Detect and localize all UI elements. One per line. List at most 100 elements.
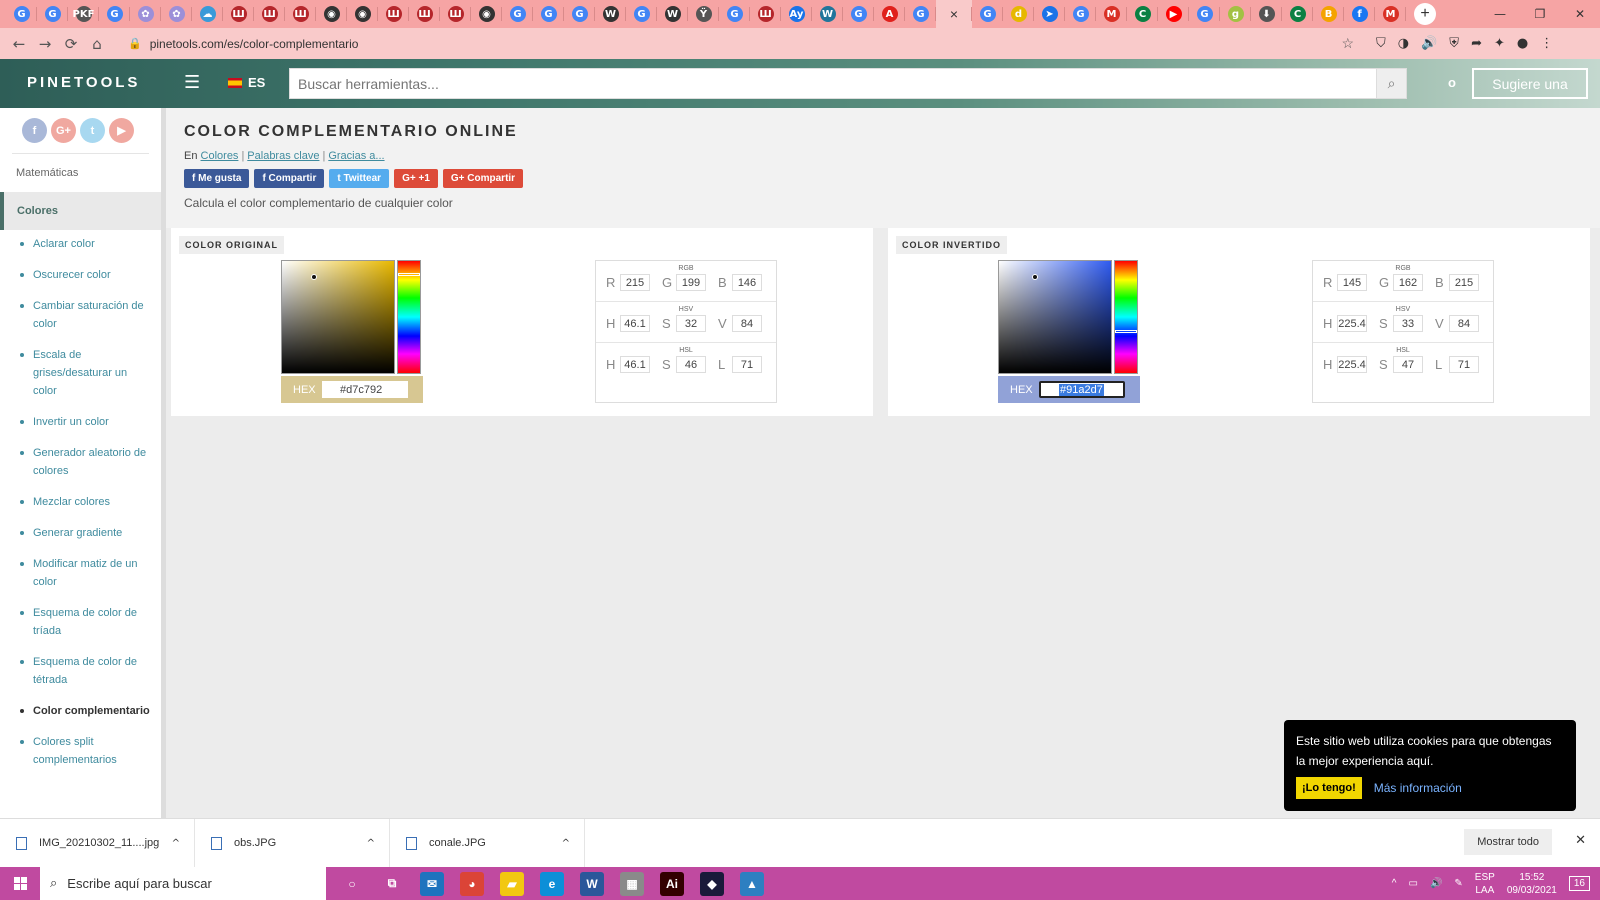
browser-tab-active[interactable]: × — [936, 0, 972, 28]
new-tab-button[interactable]: + — [1414, 3, 1436, 25]
browser-tab[interactable]: G — [6, 0, 37, 28]
taskbar-app-icon[interactable]: ⧉ — [380, 872, 404, 896]
browser-tab[interactable]: G — [99, 0, 130, 28]
original-hue-slider[interactable] — [397, 260, 421, 374]
browser-tab[interactable]: G — [719, 0, 750, 28]
sidebar-tool-link[interactable]: Esquema de color de tríada — [20, 604, 153, 640]
windows-start-icon[interactable] — [0, 867, 40, 900]
user-icon[interactable]: o — [1448, 75, 1456, 90]
original-hex-input[interactable]: #d7c792 — [322, 381, 408, 398]
original-hsv-s-input[interactable]: 32 — [676, 315, 706, 332]
close-tab-icon[interactable]: × — [950, 6, 958, 22]
notification-icon[interactable]: 16 — [1568, 876, 1590, 891]
breadcrumb-link-keywords[interactable]: Palabras clave — [247, 150, 319, 162]
browser-tab[interactable]: G — [1189, 0, 1220, 28]
inverted-hsv-v-input[interactable]: 84 — [1449, 315, 1479, 332]
inverted-r-input[interactable]: 145 — [1337, 274, 1367, 291]
inverted-hsl-s-input[interactable]: 47 — [1393, 356, 1423, 373]
browser-tab[interactable]: Ay — [781, 0, 812, 28]
suggest-button[interactable]: Sugiere una — [1472, 68, 1588, 99]
taskbar-app-icon[interactable]: ▲ — [740, 871, 764, 896]
input-language[interactable]: ESP LAA — [1475, 871, 1495, 897]
url-text[interactable]: pinetools.com/es/color-complementario — [150, 37, 359, 51]
chevron-up-icon[interactable]: ^ — [562, 838, 570, 849]
browser-tab[interactable]: PKF — [68, 0, 99, 28]
browser-tab[interactable]: G — [626, 0, 657, 28]
breadcrumb-link-thanks[interactable]: Gracias a... — [328, 150, 384, 162]
social-icon[interactable]: G+ — [51, 118, 76, 143]
browser-tab[interactable]: ◉ — [316, 0, 347, 28]
restore-button[interactable]: ❐ — [1520, 0, 1560, 28]
browser-tab[interactable]: A — [874, 0, 905, 28]
original-hsv-h-input[interactable]: 46.1 — [620, 315, 650, 332]
original-hue-handle[interactable] — [398, 273, 420, 276]
original-hsl-l-input[interactable]: 71 — [732, 356, 762, 373]
site-logo[interactable]: PINETOOLS — [27, 74, 140, 91]
inverted-saturation-value-picker[interactable] — [998, 260, 1112, 374]
inverted-hex-input[interactable]: #91a2d7 — [1039, 381, 1125, 398]
original-g-input[interactable]: 199 — [676, 274, 706, 291]
browser-tab[interactable]: g — [1220, 0, 1251, 28]
inverted-hsl-h-input[interactable]: 225.4 — [1337, 356, 1367, 373]
browser-tab[interactable]: ▶ — [1158, 0, 1189, 28]
browser-tab[interactable]: ◉ — [347, 0, 378, 28]
browser-tab[interactable]: G — [37, 0, 68, 28]
browser-tab[interactable]: W — [812, 0, 843, 28]
extension-icon[interactable]: ● — [1517, 36, 1528, 51]
browser-tab[interactable]: C — [1127, 0, 1158, 28]
search-icon[interactable]: ⌕ — [1376, 69, 1406, 98]
browser-tab[interactable]: ⬇ — [1251, 0, 1282, 28]
taskbar-app-icon[interactable]: ▰ — [500, 871, 524, 896]
browser-tab[interactable]: M — [1096, 0, 1127, 28]
language-selector[interactable]: ES — [228, 75, 265, 90]
extension-icon[interactable]: ➦ — [1471, 36, 1482, 51]
breadcrumb-link-colores[interactable]: Colores — [201, 150, 239, 162]
sidebar-tool-link[interactable]: Invertir un color — [20, 413, 153, 431]
browser-tab[interactable]: G — [972, 0, 1003, 28]
share-button[interactable]: f Compartir — [254, 169, 325, 188]
tray-icon[interactable]: 🔊 — [1430, 878, 1442, 889]
original-hsv-v-input[interactable]: 84 — [732, 315, 762, 332]
sidebar-tool-link[interactable]: Escala de grises/desaturar un color — [20, 346, 153, 400]
tray-icon[interactable]: ^ — [1392, 878, 1397, 889]
sidebar-tool-link[interactable]: Mezclar colores — [20, 493, 153, 511]
browser-tab[interactable]: ◉ — [471, 0, 502, 28]
forward-button[interactable]: → — [32, 35, 58, 53]
browser-tab[interactable]: G — [564, 0, 595, 28]
inverted-hsl-l-input[interactable]: 71 — [1449, 356, 1479, 373]
browser-tab[interactable]: ✿ — [130, 0, 161, 28]
close-window-button[interactable]: ✕ — [1560, 0, 1600, 28]
browser-tab[interactable]: d — [1003, 0, 1034, 28]
taskbar-app-icon[interactable]: Ai — [660, 871, 684, 896]
share-button[interactable]: t Twittear — [329, 169, 390, 188]
browser-tab[interactable]: Ш — [409, 0, 440, 28]
browser-tab[interactable]: Ш — [285, 0, 316, 28]
inverted-picker-cursor[interactable] — [1032, 274, 1038, 280]
browser-tab[interactable]: Ÿ — [688, 0, 719, 28]
sidebar-tool-link[interactable]: Oscurecer color — [20, 266, 153, 284]
browser-tab[interactable]: f — [1344, 0, 1375, 28]
sidebar-category-colores[interactable]: Colores — [0, 192, 161, 230]
taskbar-app-icon[interactable]: ▦ — [620, 871, 644, 896]
browser-tab[interactable]: B — [1313, 0, 1344, 28]
original-saturation-value-picker[interactable] — [281, 260, 395, 374]
extension-icon[interactable]: ⛨ — [1449, 36, 1459, 51]
browser-tab[interactable]: Ш — [440, 0, 471, 28]
browser-tab[interactable]: Ш — [378, 0, 409, 28]
close-download-bar-icon[interactable]: ✕ — [1575, 833, 1586, 848]
share-button[interactable]: G+ +1 — [394, 169, 438, 188]
inverted-hsv-h-input[interactable]: 225.4 — [1337, 315, 1367, 332]
extension-icon[interactable]: ◑ — [1398, 36, 1409, 51]
share-button[interactable]: G+ Compartir — [442, 169, 524, 188]
sidebar-tool-link[interactable]: Generar gradiente — [20, 524, 153, 542]
original-picker-cursor[interactable] — [311, 274, 317, 280]
original-hsl-h-input[interactable]: 46.1 — [620, 356, 650, 373]
bookmark-star-icon[interactable]: ☆ — [1341, 35, 1354, 52]
browser-tab[interactable]: Ш — [223, 0, 254, 28]
inverted-hsv-s-input[interactable]: 33 — [1393, 315, 1423, 332]
browser-tab[interactable]: G — [502, 0, 533, 28]
share-button[interactable]: f Me gusta — [184, 169, 250, 188]
original-b-input[interactable]: 146 — [732, 274, 762, 291]
download-item[interactable]: obs.JPG ^ — [195, 818, 390, 868]
tray-icon[interactable]: ✎ — [1454, 878, 1462, 889]
